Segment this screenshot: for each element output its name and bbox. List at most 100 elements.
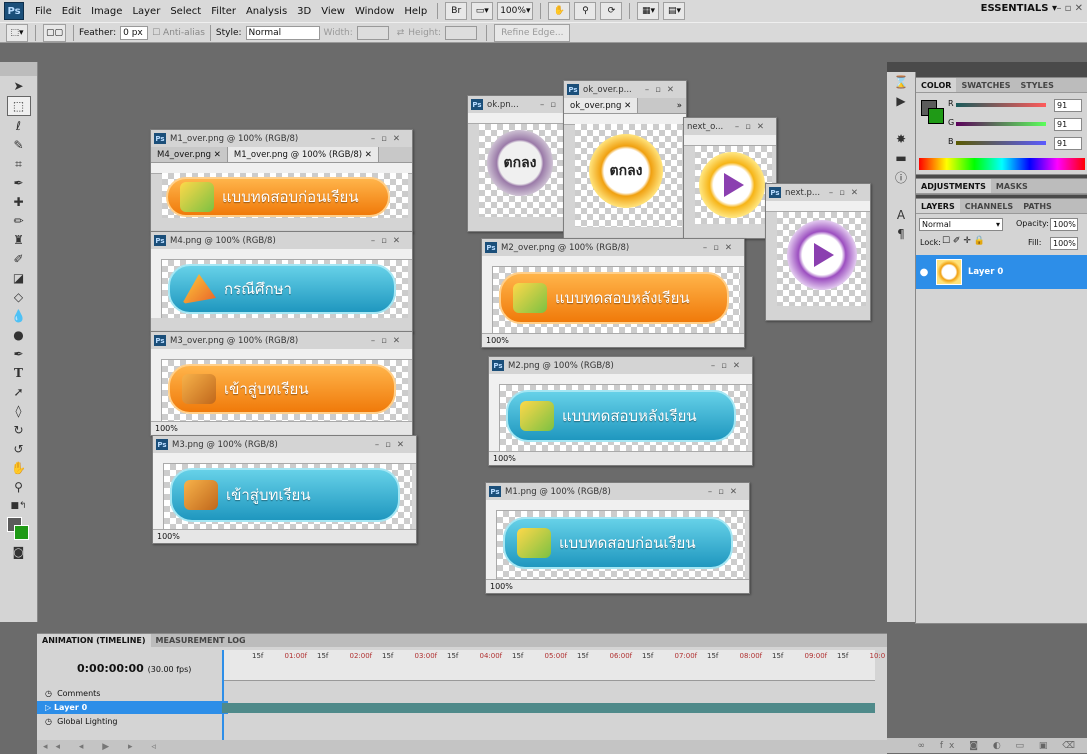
- document-window-m1-over[interactable]: Ps M1_over.png @ 100% (RGB/8) –▫✕ M4_over.…: [150, 129, 413, 233]
- timeline-controls[interactable]: ◂◂ ◂ ▶ ▸ ◃: [37, 740, 887, 754]
- stopwatch-icon[interactable]: ◷: [45, 717, 52, 726]
- zoom-readout[interactable]: 100%: [490, 582, 513, 591]
- menu-file[interactable]: File: [30, 6, 57, 17]
- fill-input[interactable]: 100%: [1050, 237, 1078, 250]
- time-ruler[interactable]: 15f 01:00f 15f 02:00f 15f 03:00f 15f 04:00f 15f 0…: [222, 650, 885, 740]
- tab-m4-over[interactable]: M4_over.png ✕: [151, 147, 228, 162]
- document-window-ok[interactable]: Ps ok.pn... –▫ ตกลง: [467, 95, 569, 232]
- quick-mask-icon[interactable]: ◙: [8, 543, 30, 561]
- marquee-preset-icon[interactable]: ⬚▾: [6, 24, 28, 42]
- comments-row[interactable]: ◷ Comments: [37, 687, 228, 700]
- window-buttons[interactable]: –▫✕: [371, 236, 412, 246]
- eraser-tool-icon[interactable]: ◪: [8, 269, 30, 287]
- document-canvas[interactable]: กรณีศึกษา: [162, 260, 408, 318]
- document-window-m3[interactable]: Ps M3.png @ 100% (RGB/8) –▫✕ เข้าสู่บทเรีย…: [152, 435, 417, 544]
- document-canvas[interactable]: แบบทดสอบก่อนเรียน: [162, 173, 408, 218]
- red-value[interactable]: 91: [1054, 99, 1082, 112]
- 3d-rotate-tool-icon[interactable]: ↻: [8, 421, 30, 439]
- document-window-m4[interactable]: Ps M4.png @ 100% (RGB/8) –▫✕ กรณีศึกษา: [150, 231, 413, 333]
- layer-row[interactable]: ● Layer 0: [916, 255, 1087, 289]
- menu-help[interactable]: Help: [399, 6, 432, 17]
- tab-swatches[interactable]: SWATCHES: [956, 78, 1015, 92]
- navigator-panel-icon[interactable]: ✸: [890, 130, 912, 148]
- menu-window[interactable]: Window: [350, 6, 399, 17]
- menu-view[interactable]: View: [316, 6, 350, 17]
- pen-tool-icon[interactable]: ✒: [8, 345, 30, 363]
- zoom-tool-icon[interactable]: ⚲: [8, 478, 30, 496]
- document-window-m3-over[interactable]: Ps M3_over.png @ 100% (RGB/8) –▫✕ เข้าสู่บ…: [150, 331, 413, 436]
- visibility-eye-icon[interactable]: ●: [916, 267, 932, 278]
- shape-tool-icon[interactable]: ◊: [8, 402, 30, 420]
- zoom-readout[interactable]: 100%: [157, 532, 180, 541]
- document-title-bar[interactable]: Ps ok.pn... –▫: [468, 96, 568, 113]
- layer-duration-bar[interactable]: [222, 703, 875, 713]
- window-buttons[interactable]: –▫✕: [708, 487, 749, 497]
- height-input[interactable]: [445, 26, 478, 40]
- document-canvas[interactable]: ตกลง: [575, 124, 682, 227]
- menu-select[interactable]: Select: [165, 6, 206, 17]
- menu-analysis[interactable]: Analysis: [241, 6, 292, 17]
- layers-footer-buttons[interactable]: ∞ fx ◙ ◐ ▭ ▣ ⌫: [887, 738, 1087, 753]
- path-selection-tool-icon[interactable]: ➚: [8, 383, 30, 401]
- hand-tool-icon[interactable]: ✋: [548, 2, 571, 20]
- stopwatch-icon[interactable]: ◷: [45, 689, 52, 698]
- tab-channels[interactable]: CHANNELS: [960, 199, 1018, 213]
- document-canvas[interactable]: เข้าสู่บทเรียน: [164, 464, 412, 529]
- zoom-level-dropdown[interactable]: 100% ▾: [497, 2, 534, 20]
- tab-animation-timeline[interactable]: ANIMATION (TIMELINE): [37, 633, 151, 648]
- menu-edit[interactable]: Edit: [57, 6, 86, 17]
- document-window-ok-over[interactable]: Ps ok_over.p... –▫✕ ok_over.png ✕ » ตกลง: [563, 80, 687, 242]
- document-title-bar[interactable]: Ps M1.png @ 100% (RGB/8) –▫✕: [486, 483, 749, 500]
- layer-name[interactable]: Layer 0: [968, 267, 1003, 277]
- width-input[interactable]: [356, 26, 389, 40]
- 3d-orbit-tool-icon[interactable]: ↺: [8, 440, 30, 458]
- document-title-bar[interactable]: Ps ok_over.p... –▫✕: [564, 81, 686, 98]
- paint-bucket-tool-icon[interactable]: ◇: [8, 288, 30, 306]
- antialias-checkbox[interactable]: ☐ Anti-alias: [152, 28, 205, 38]
- document-title-bar[interactable]: next_o... –▫✕: [684, 118, 776, 135]
- rotate-view-icon[interactable]: ⟳: [600, 2, 623, 20]
- blue-value[interactable]: 91: [1054, 137, 1082, 150]
- arrange-documents-icon[interactable]: ▦▾: [637, 2, 660, 20]
- tab-masks[interactable]: MASKS: [991, 179, 1033, 193]
- blue-slider[interactable]: [956, 141, 1046, 145]
- global-lighting-row[interactable]: ◷ Global Lighting: [37, 715, 228, 728]
- background-swatch[interactable]: [928, 108, 944, 124]
- info-panel-icon[interactable]: ⓘ: [890, 168, 912, 186]
- window-buttons[interactable]: –▫✕: [829, 188, 870, 198]
- document-canvas[interactable]: [695, 146, 772, 224]
- quick-selection-tool-icon[interactable]: ✎: [8, 136, 30, 154]
- workspace-switcher[interactable]: ESSENTIALS ▾: [981, 3, 1057, 14]
- menu-layer[interactable]: Layer: [127, 6, 165, 17]
- menu-3d[interactable]: 3D: [292, 6, 316, 17]
- document-canvas[interactable]: แบบทดสอบหลังเรียน: [500, 385, 748, 451]
- menu-image[interactable]: Image: [86, 6, 127, 17]
- histogram-panel-icon[interactable]: ▬: [890, 149, 912, 167]
- tab-layers[interactable]: LAYERS: [916, 199, 960, 213]
- red-slider[interactable]: [956, 103, 1046, 107]
- color-spectrum[interactable]: [919, 158, 1085, 170]
- window-buttons[interactable]: –▫✕: [703, 243, 744, 253]
- lasso-tool-icon[interactable]: ℓ: [8, 117, 30, 135]
- document-canvas[interactable]: [777, 212, 866, 306]
- window-buttons[interactable]: –▫✕: [735, 122, 776, 132]
- zoom-tool-icon[interactable]: ⚲: [574, 2, 597, 20]
- feather-input[interactable]: 0 px: [120, 26, 149, 40]
- bridge-button[interactable]: Br: [445, 2, 468, 20]
- window-buttons[interactable]: –▫✕: [371, 134, 412, 144]
- window-buttons[interactable]: –▫✕: [711, 361, 752, 371]
- history-panel-icon[interactable]: ⌛: [890, 73, 912, 91]
- tools-panel-header[interactable]: [0, 62, 37, 76]
- type-tool-icon[interactable]: T: [8, 364, 30, 382]
- green-slider[interactable]: [956, 122, 1046, 126]
- actions-panel-icon[interactable]: ▶: [890, 92, 912, 110]
- marquee-tool-icon[interactable]: ⬚: [6, 96, 31, 116]
- document-window-next-over[interactable]: next_o... –▫✕: [683, 117, 777, 239]
- document-window-m2-over[interactable]: Ps M2_over.png @ 100% (RGB/8) –▫✕ แบบทดสอบ…: [481, 238, 745, 348]
- document-canvas[interactable]: แบบทดสอบก่อนเรียน: [497, 511, 745, 579]
- tab-paths[interactable]: PATHS: [1018, 199, 1057, 213]
- move-tool-icon[interactable]: ➤: [8, 77, 30, 95]
- document-title-bar[interactable]: Ps M3.png @ 100% (RGB/8) –▫✕: [153, 436, 416, 453]
- expand-arrow-icon[interactable]: ▷: [45, 703, 51, 712]
- blur-tool-icon[interactable]: 💧: [8, 307, 30, 325]
